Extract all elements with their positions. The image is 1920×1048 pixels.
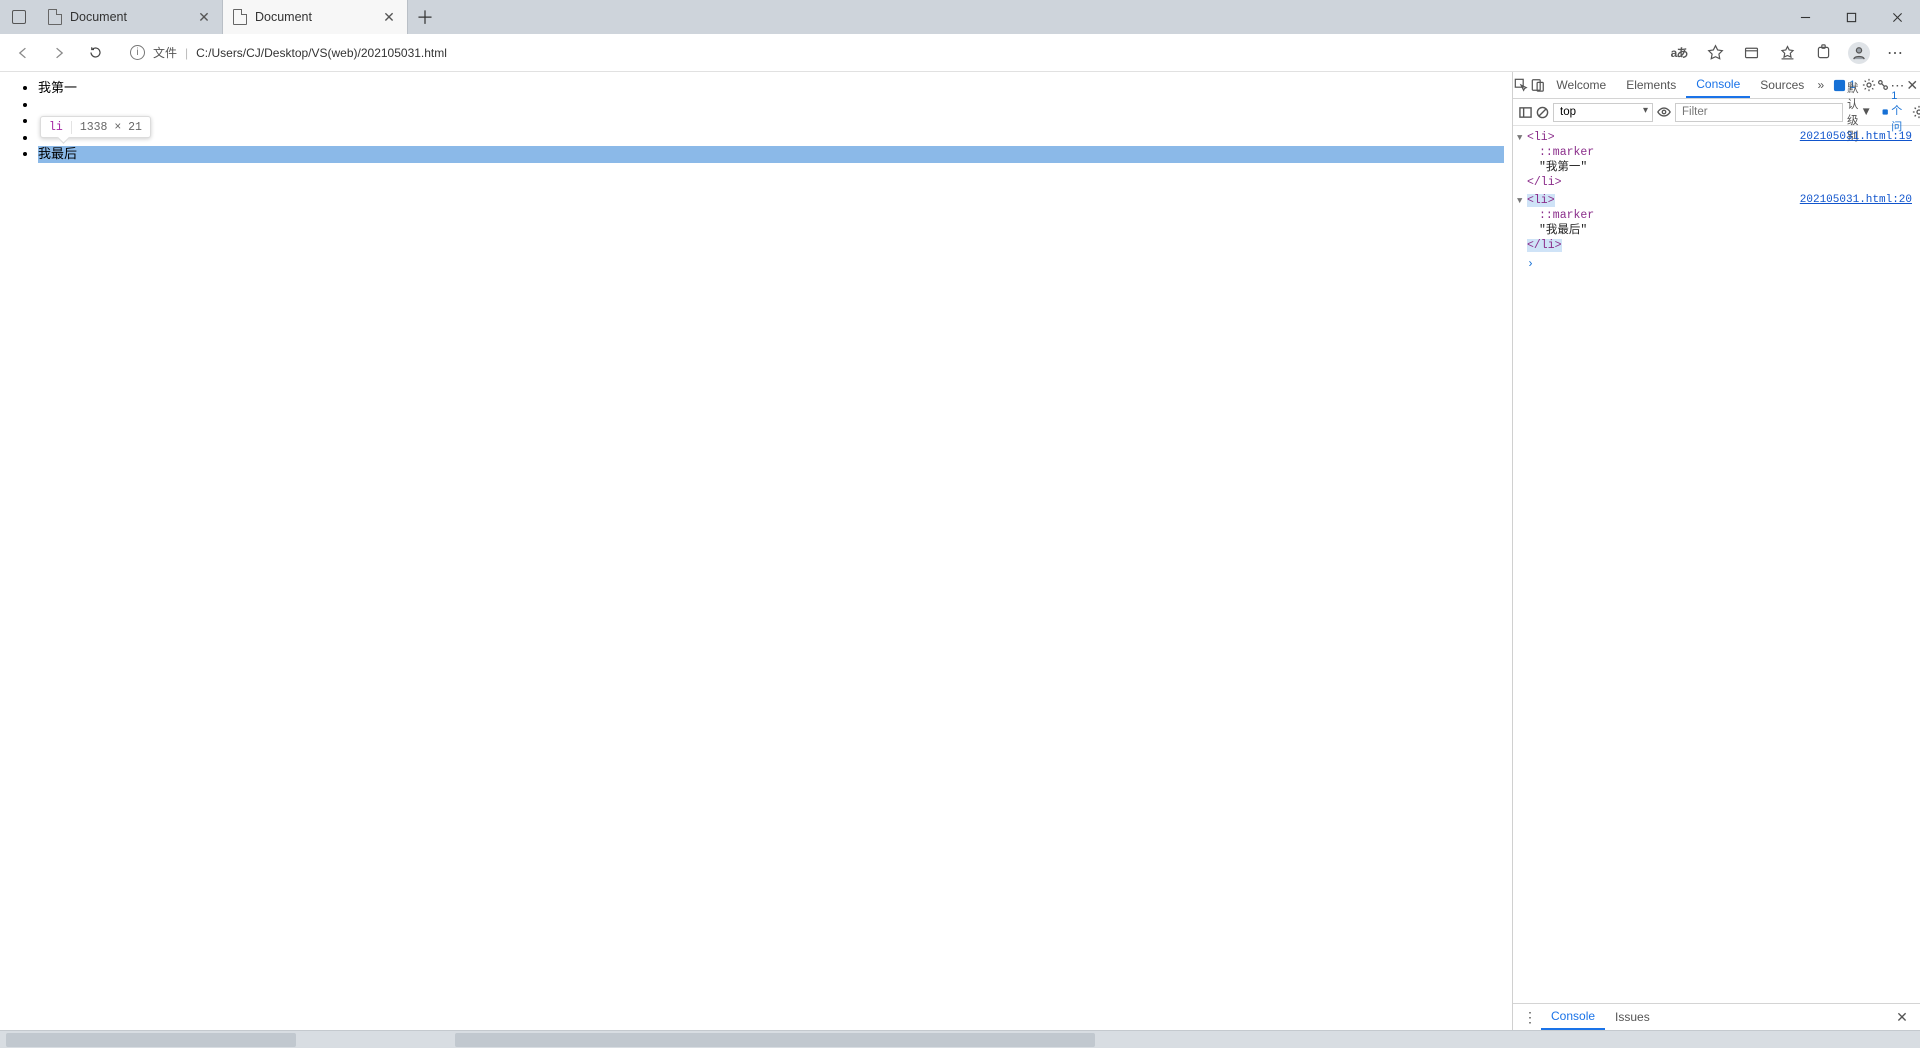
url-path: C:/Users/CJ/Desktop/VS(web)/202105031.ht…	[196, 46, 447, 60]
source-link[interactable]: 202105031.html:20	[1800, 193, 1912, 208]
read-aloud-button[interactable]: aあ	[1662, 38, 1696, 68]
favorite-button[interactable]	[1698, 38, 1732, 68]
devtools-tab-elements[interactable]: Elements	[1616, 72, 1686, 98]
devtools-tab-welcome[interactable]: Welcome	[1546, 72, 1616, 98]
console-entry[interactable]: ▼ <li> 202105031.html:19 ::marker "我第一" …	[1527, 130, 1914, 190]
addr-right-icons: aあ ⋯	[1662, 38, 1912, 68]
browser-tab-1[interactable]: Document ✕	[223, 0, 408, 34]
console-entry-selected[interactable]: ▼ <li> 202105031.html:20 ::marker "我最后" …	[1527, 193, 1914, 253]
document-icon	[233, 9, 247, 25]
tab-manager-button[interactable]	[0, 0, 38, 34]
reload-button[interactable]	[78, 38, 112, 68]
console-context-select[interactable]: top	[1553, 103, 1653, 122]
list-item-highlighted: 我最后	[38, 146, 1504, 163]
list-item	[38, 97, 1504, 114]
list: 我第一 我最后	[38, 80, 1504, 163]
tab-strip: Document ✕ Document ✕ ＋	[0, 0, 1920, 34]
browser-tab-0[interactable]: Document ✕	[38, 0, 223, 34]
close-window-button[interactable]	[1874, 0, 1920, 34]
console-clear-button[interactable]	[1536, 102, 1549, 122]
taskbar	[0, 1030, 1920, 1048]
site-info-icon[interactable]: i	[130, 45, 145, 60]
console-settings-button[interactable]	[1912, 102, 1920, 122]
list-item: 我第一	[38, 80, 1504, 97]
devtools-drawer: ⋮ Console Issues ✕	[1513, 1003, 1920, 1030]
console-toolbar: top 默认级别▼ 1 个问	[1513, 99, 1920, 126]
devtools-tab-console[interactable]: Console	[1686, 72, 1750, 98]
devtools-tab-sources[interactable]: Sources	[1750, 72, 1814, 98]
extensions-button[interactable]	[1806, 38, 1840, 68]
forward-button[interactable]	[42, 38, 76, 68]
profile-button[interactable]	[1842, 38, 1876, 68]
console-sidebar-toggle[interactable]	[1519, 102, 1532, 122]
app-menu-button[interactable]: ⋯	[1878, 38, 1912, 68]
close-tab-button[interactable]: ✕	[196, 9, 212, 25]
page-content: 我第一 我最后 li 1338 × 21	[0, 72, 1512, 1030]
back-button[interactable]	[6, 38, 40, 68]
console-live-expression-button[interactable]	[1657, 102, 1671, 122]
window-controls	[1782, 0, 1920, 34]
devtools-panel: Welcome Elements Console Sources » 1 ⋯ ✕	[1512, 72, 1920, 1030]
tab-title: Document	[255, 10, 373, 24]
console-prompt[interactable]: ›	[1527, 257, 1914, 272]
drawer-close-button[interactable]: ✕	[1890, 1009, 1914, 1026]
inspect-tag: li	[41, 121, 72, 134]
avatar-icon	[1848, 42, 1870, 64]
console-body[interactable]: ▼ <li> 202105031.html:19 ::marker "我第一" …	[1513, 126, 1920, 1003]
drawer-menu-button[interactable]: ⋮	[1519, 1009, 1541, 1026]
minimize-button[interactable]	[1782, 0, 1828, 34]
document-icon	[48, 9, 62, 25]
url-field[interactable]: i 文件 | C:/Users/CJ/Desktop/VS(web)/20210…	[120, 39, 1654, 67]
inspect-tooltip: li 1338 × 21	[40, 116, 151, 138]
new-tab-button[interactable]: ＋	[408, 0, 442, 34]
address-bar: i 文件 | C:/Users/CJ/Desktop/VS(web)/20210…	[0, 34, 1920, 72]
tab-title: Document	[70, 10, 188, 24]
inspect-element-button[interactable]	[1513, 72, 1530, 98]
drawer-tab-console[interactable]: Console	[1541, 1004, 1605, 1030]
devtools-more-tabs[interactable]: »	[1814, 72, 1827, 98]
favorites-bar-button[interactable]	[1770, 38, 1804, 68]
maximize-button[interactable]	[1828, 0, 1874, 34]
list-item	[38, 130, 1504, 147]
source-link[interactable]: 202105031.html:19	[1800, 130, 1912, 145]
console-filter-input[interactable]	[1675, 103, 1843, 122]
url-scheme: 文件	[153, 44, 177, 61]
collections-button[interactable]	[1734, 38, 1768, 68]
close-tab-button[interactable]: ✕	[381, 9, 397, 25]
inspect-dimensions: 1338 × 21	[72, 121, 150, 134]
device-toolbar-button[interactable]	[1530, 72, 1547, 98]
drawer-tab-issues[interactable]: Issues	[1605, 1004, 1660, 1030]
list-item	[38, 113, 1504, 130]
